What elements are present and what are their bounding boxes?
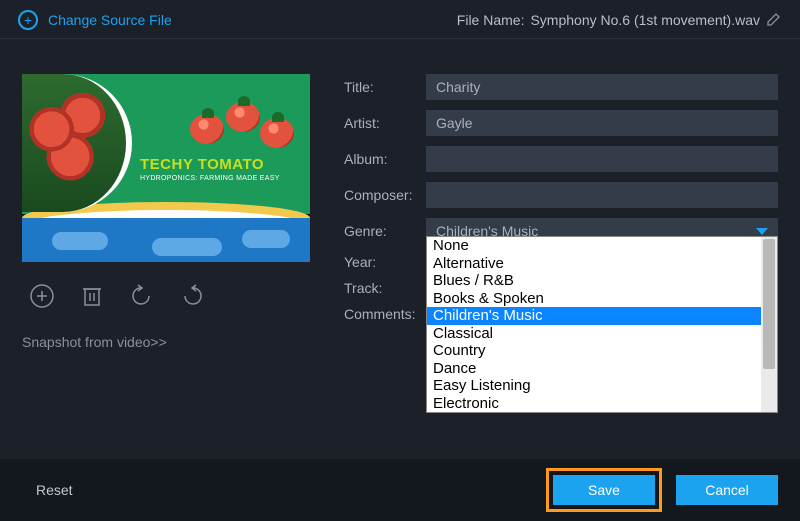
title-input[interactable] xyxy=(426,74,778,100)
rotate-left-button[interactable] xyxy=(128,282,156,310)
year-label: Year: xyxy=(344,254,426,270)
reset-button[interactable]: Reset xyxy=(22,476,87,504)
artist-input[interactable] xyxy=(426,110,778,136)
artwork-title: TECHY TOMATO xyxy=(140,156,280,173)
plus-circle-icon: + xyxy=(18,10,38,30)
change-source-button[interactable]: + Change Source File xyxy=(18,10,172,30)
album-label: Album: xyxy=(344,151,426,167)
file-name-value: Symphony No.6 (1st movement).wav xyxy=(530,12,760,28)
album-input[interactable] xyxy=(426,146,778,172)
genre-label: Genre: xyxy=(344,223,426,239)
save-button[interactable]: Save xyxy=(553,475,655,505)
genre-option[interactable]: Children's Music xyxy=(427,307,777,325)
composer-input[interactable] xyxy=(426,182,778,208)
cancel-button[interactable]: Cancel xyxy=(676,475,778,505)
title-label: Title: xyxy=(344,79,426,95)
chevron-down-icon xyxy=(756,228,768,235)
snapshot-from-video-link[interactable]: Snapshot from video>> xyxy=(22,334,310,350)
genre-option[interactable]: None xyxy=(427,237,777,255)
genre-dropdown[interactable]: NoneAlternativeBlues / R&BBooks & Spoken… xyxy=(426,236,778,413)
file-name-display: File Name: Symphony No.6 (1st movement).… xyxy=(457,11,782,30)
genre-option[interactable]: Blues / R&B xyxy=(427,272,777,290)
rotate-right-button[interactable] xyxy=(178,282,206,310)
header-bar: + Change Source File File Name: Symphony… xyxy=(0,0,800,39)
track-label: Track: xyxy=(344,280,426,296)
scrollbar-thumb[interactable] xyxy=(763,239,775,369)
footer-bar: Reset Save Cancel xyxy=(0,459,800,521)
file-name-label: File Name: xyxy=(457,12,525,28)
genre-option[interactable]: Books & Spoken xyxy=(427,290,777,308)
genre-option[interactable]: Country xyxy=(427,342,777,360)
genre-option[interactable]: Easy Listening xyxy=(427,377,777,395)
artwork-preview[interactable]: TECHY TOMATO HYDROPONICS: FARMING MADE E… xyxy=(22,74,310,262)
genre-option[interactable]: Alternative xyxy=(427,255,777,273)
add-artwork-button[interactable] xyxy=(28,282,56,310)
genre-option[interactable]: Electronic xyxy=(427,395,777,413)
dropdown-scrollbar[interactable] xyxy=(761,237,777,412)
genre-option[interactable]: Dance xyxy=(427,360,777,378)
artist-label: Artist: xyxy=(344,115,426,131)
edit-filename-icon[interactable] xyxy=(766,11,782,30)
delete-artwork-button[interactable] xyxy=(78,282,106,310)
artwork-subtitle: HYDROPONICS: FARMING MADE EASY xyxy=(140,175,280,182)
change-source-label: Change Source File xyxy=(48,12,172,28)
save-highlight: Save xyxy=(546,468,662,512)
composer-label: Composer: xyxy=(344,187,426,203)
genre-option[interactable]: Classical xyxy=(427,325,777,343)
comments-label: Comments: xyxy=(344,306,426,322)
